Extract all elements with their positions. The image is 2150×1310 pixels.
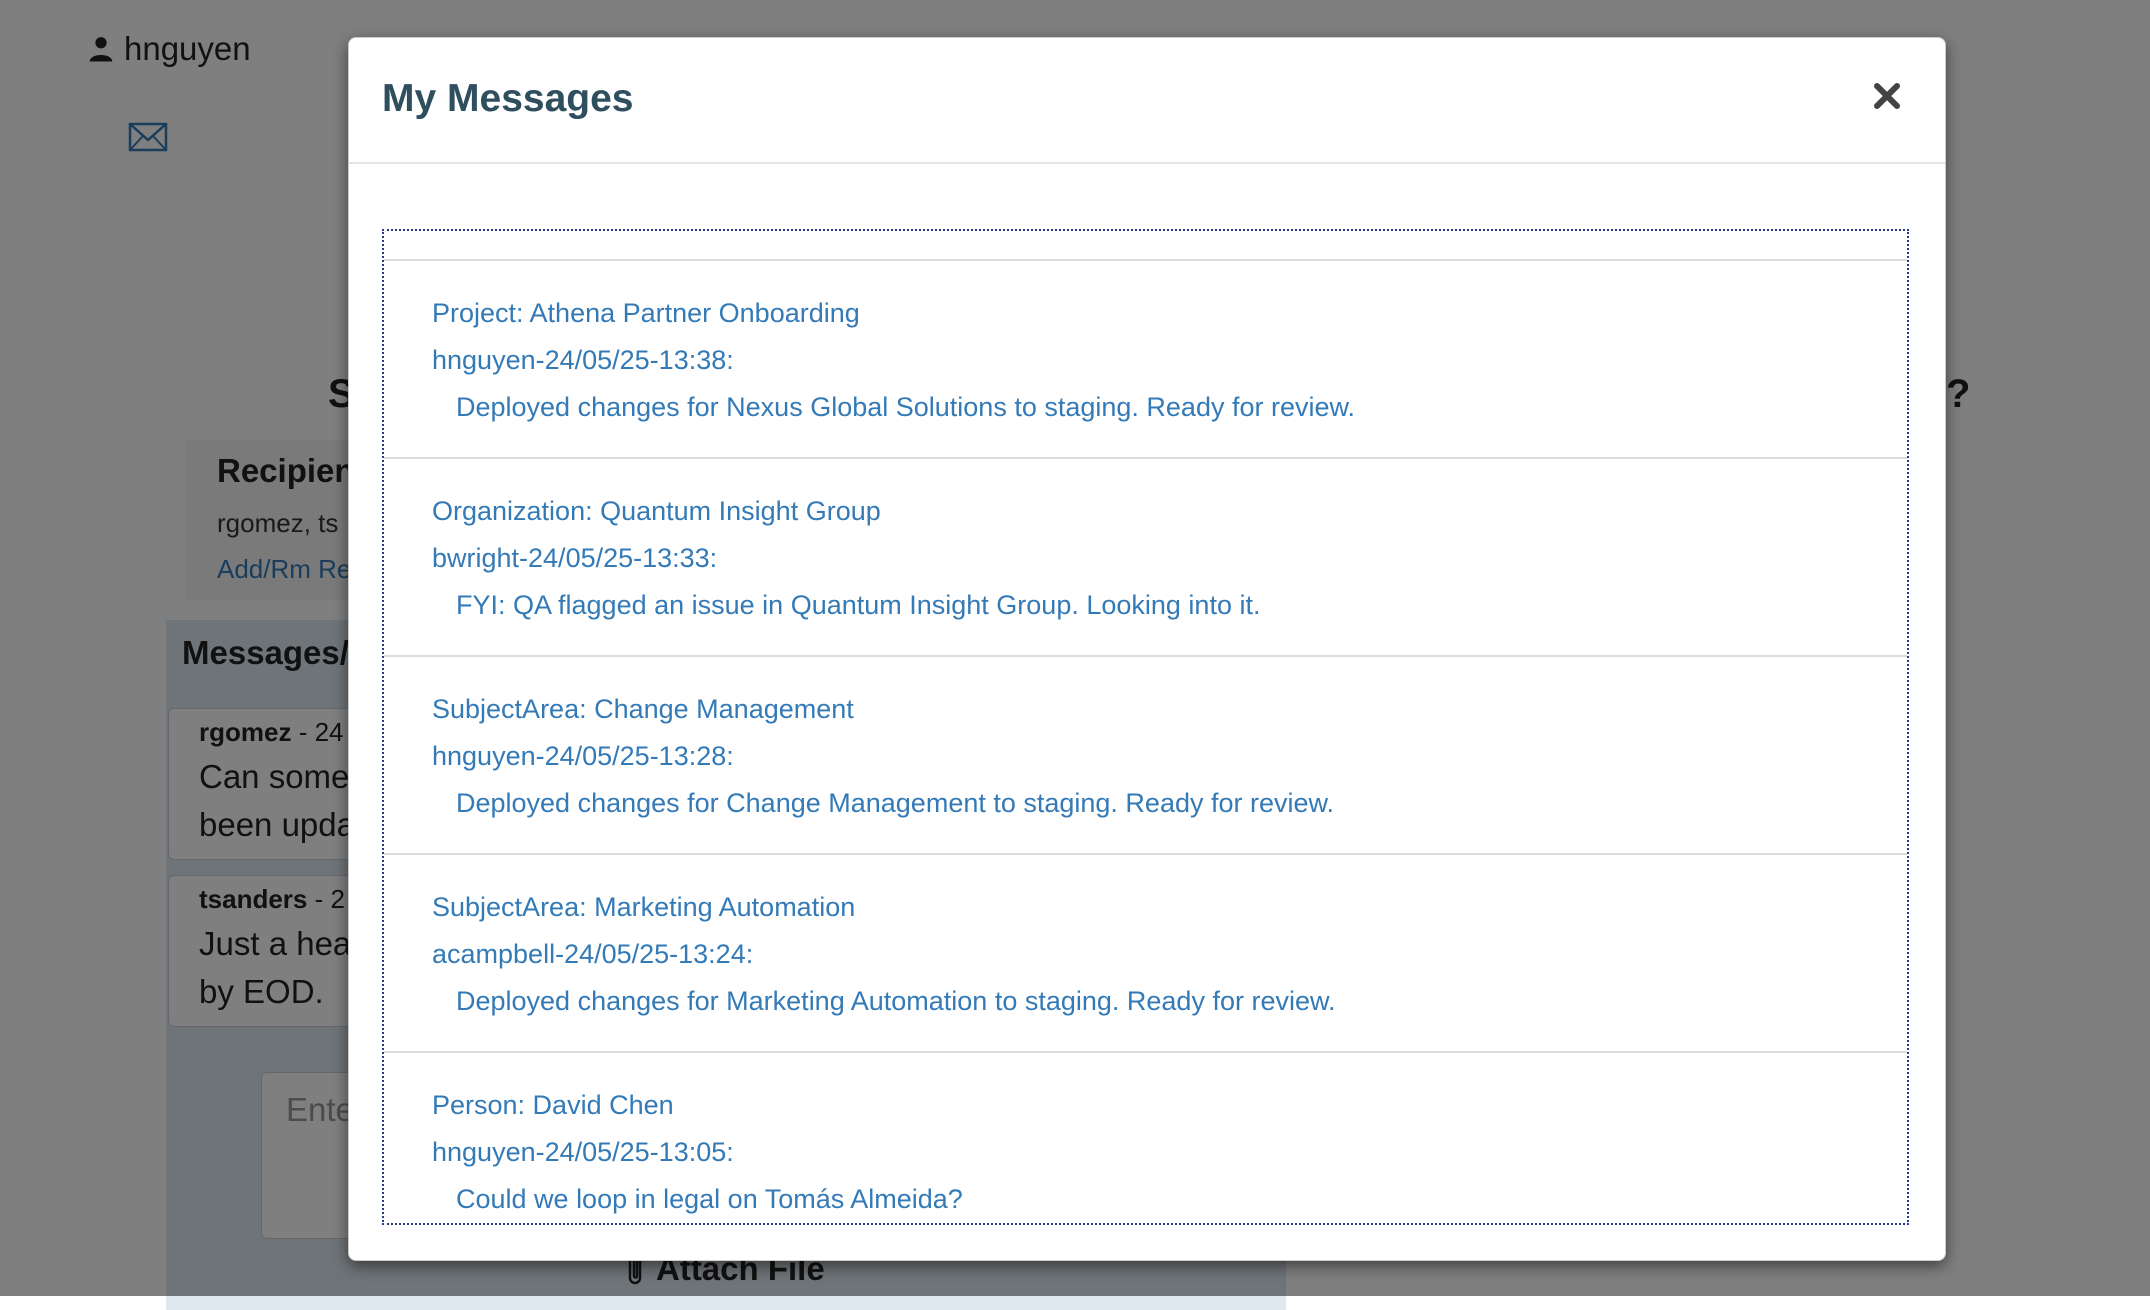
- message-author-time[interactable]: hnguyen-24/05/25-13:38:: [432, 345, 734, 376]
- my-messages-modal: My Messages Project: Athena Partner Onbo…: [348, 37, 1946, 1261]
- message-context-link[interactable]: Person: David Chen: [432, 1090, 674, 1121]
- message-context-link[interactable]: Organization: Quantum Insight Group: [432, 496, 881, 527]
- message-body[interactable]: Could we loop in legal on Tomás Almeida?: [456, 1184, 963, 1215]
- message-author-time[interactable]: acampbell-24/05/25-13:24:: [432, 939, 753, 970]
- close-icon: [1874, 83, 1900, 109]
- message-context-link[interactable]: Project: Athena Partner Onboarding: [432, 298, 860, 329]
- message-author-time[interactable]: hnguyen-24/05/25-13:05:: [432, 1137, 734, 1168]
- message-context-link[interactable]: SubjectArea: Marketing Automation: [432, 892, 855, 923]
- message-item[interactable]: SubjectArea: Marketing Automation acampb…: [384, 853, 1907, 1051]
- message-item[interactable]: Person: David Chen hnguyen-24/05/25-13:0…: [384, 1051, 1907, 1223]
- modal-title: My Messages: [382, 77, 634, 120]
- message-author-time[interactable]: hnguyen-24/05/25-13:28:: [432, 741, 734, 772]
- message-body[interactable]: Deployed changes for Nexus Global Soluti…: [456, 392, 1355, 423]
- message-item[interactable]: Project: Athena Partner Onboarding hnguy…: [384, 259, 1907, 457]
- message-author-time[interactable]: bwright-24/05/25-13:33:: [432, 543, 717, 574]
- message-context-link[interactable]: SubjectArea: Change Management: [432, 694, 854, 725]
- message-body[interactable]: FYI: QA flagged an issue in Quantum Insi…: [456, 590, 1260, 621]
- message-item[interactable]: SubjectArea: Change Management hnguyen-2…: [384, 655, 1907, 853]
- messages-list[interactable]: Project: Athena Partner Onboarding hnguy…: [382, 229, 1909, 1225]
- close-button[interactable]: [1865, 74, 1909, 118]
- message-body[interactable]: Deployed changes for Change Management t…: [456, 788, 1334, 819]
- message-body[interactable]: Deployed changes for Marketing Automatio…: [456, 986, 1336, 1017]
- modal-header: My Messages: [349, 38, 1945, 164]
- message-item[interactable]: Organization: Quantum Insight Group bwri…: [384, 457, 1907, 655]
